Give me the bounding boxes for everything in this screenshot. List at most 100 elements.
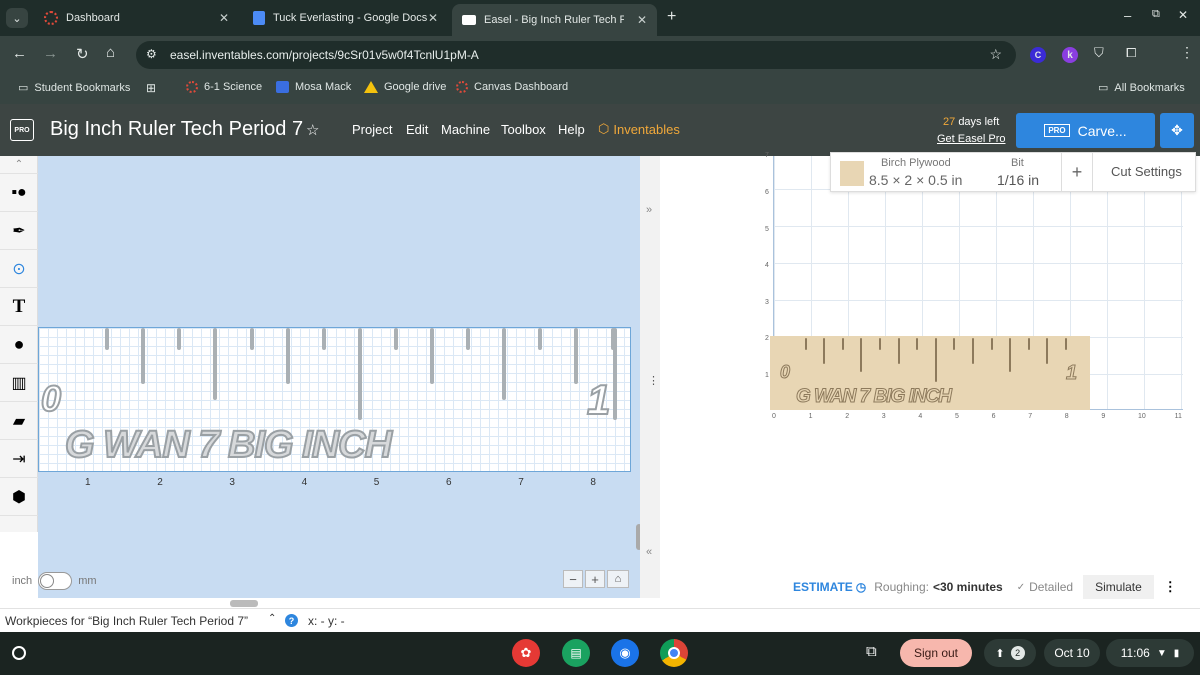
expand-right-icon[interactable]: » [646, 204, 652, 216]
tab-dashboard[interactable]: Dashboard ✕ [34, 4, 239, 32]
extensions-puzzle-icon[interactable]: ⧠ [1126, 45, 1136, 61]
extension-c-icon[interactable]: C [1030, 47, 1046, 63]
unit-toggle[interactable]: inch mm [12, 572, 97, 590]
3d-cube-icon[interactable]: ⬢ [0, 478, 38, 516]
menu-project[interactable]: Project [352, 122, 392, 137]
menu-edit[interactable]: Edit [406, 122, 428, 137]
chrome-app-icon[interactable] [660, 639, 688, 667]
apps-ruler-icon[interactable]: ▥ [0, 364, 38, 402]
simulate-button[interactable]: Simulate [1083, 575, 1154, 599]
browser-menu-icon[interactable]: ⋮ [1180, 44, 1194, 61]
import-icon[interactable]: ⇥ [0, 440, 38, 478]
apps-grid-icon[interactable]: ⊞ [146, 81, 156, 95]
collapse-tools-button[interactable]: ⌃ [0, 156, 38, 174]
date-pill[interactable]: Oct 10 [1044, 639, 1100, 667]
bookmark-science[interactable]: 6-1 Science [186, 81, 262, 93]
home-icon[interactable]: ⌂ [106, 44, 115, 61]
text-tool-icon[interactable]: T [0, 288, 38, 326]
notification-pill[interactable]: ⬆ 2 [984, 639, 1036, 667]
sign-out-button[interactable]: Sign out [900, 639, 972, 667]
preview-x-label: 0 [772, 413, 776, 420]
pen-tool-icon[interactable]: ✒ [0, 212, 38, 250]
canvas-favicon-icon [44, 11, 58, 25]
back-icon[interactable]: ← [12, 45, 27, 62]
menu-help[interactable]: Help [558, 122, 585, 137]
unit-switch[interactable] [38, 572, 73, 590]
bit-value[interactable]: 1/16 in [997, 172, 1039, 188]
tab-easel[interactable]: Easel - Big Inch Ruler Tech Peri... ✕ [452, 4, 657, 36]
inventables-link[interactable]: ⬡ Inventables [598, 121, 680, 137]
detailed-option[interactable]: ✓ Detailed [1017, 580, 1073, 594]
bookmark-google-drive[interactable]: Google drive [364, 81, 446, 93]
easel-logo[interactable]: PRO [10, 119, 34, 141]
close-window-icon[interactable]: ✕ [1178, 8, 1188, 22]
preview-one-label: 1 [1065, 362, 1078, 385]
estimate-link[interactable]: ESTIMATE ◷ [793, 580, 866, 594]
preview-x-label: 4 [918, 413, 923, 420]
expand-left-icon[interactable]: « [646, 546, 652, 558]
browser-tab-strip: ⌄ Dashboard ✕ Tuck Everlasting - Google … [0, 0, 1200, 36]
material-dimensions[interactable]: 8.5 × 2 × 0.5 in [869, 172, 962, 188]
material-swatch[interactable] [840, 161, 864, 186]
preview-tick [897, 338, 900, 364]
x-axis-label: 1 [85, 477, 91, 488]
tab-search-button[interactable]: ⌄ [6, 8, 28, 28]
drag-handle-icon[interactable]: ⋮ [648, 374, 659, 387]
close-icon[interactable]: ✕ [637, 13, 647, 27]
cut-settings-button[interactable]: Cut Settings [1111, 164, 1182, 179]
tote-icon[interactable]: ⧉ [866, 643, 877, 660]
more-options-icon[interactable]: ⋮ [1164, 579, 1177, 595]
preview-y-label: 2 [765, 335, 769, 343]
camera-app-icon[interactable]: ◉ [611, 639, 639, 667]
carve-button[interactable]: PRO Carve... [1016, 113, 1155, 148]
close-icon[interactable]: ✕ [219, 11, 229, 25]
favorite-star-icon[interactable]: ☆ [306, 121, 319, 139]
close-icon[interactable]: ✕ [428, 11, 438, 25]
wifi-icon: ▼ [1156, 647, 1167, 659]
forward-icon[interactable]: → [43, 45, 58, 62]
point-tool-icon[interactable]: ⊙ [0, 250, 38, 288]
get-pro-link[interactable]: Get Easel Pro [937, 133, 1005, 145]
easel-favicon-icon [462, 15, 476, 25]
zoom-in-button[interactable]: + [585, 570, 605, 588]
zoom-home-icon[interactable]: ⌂ [607, 570, 629, 588]
machine-connect-button[interactable]: ✥ [1160, 113, 1194, 148]
os-shelf: ✿ ▤ ◉ ⧉ Sign out ⬆ 2 Oct 10 11:06 ▼ ▮ [0, 632, 1200, 675]
bookmark-student[interactable]: ▭ Student Bookmarks [18, 81, 130, 95]
chevron-up-icon[interactable]: ⌃ [268, 613, 276, 624]
bookmark-canvas-dashboard[interactable]: Canvas Dashboard [456, 81, 568, 93]
classroom-app-icon[interactable]: ▤ [562, 639, 590, 667]
minimize-icon[interactable]: – [1124, 8, 1131, 23]
site-info-icon[interactable]: ⚙ [146, 47, 157, 61]
preview-x-label: 7 [1028, 413, 1033, 420]
add-bit-button[interactable]: + [1061, 153, 1093, 191]
material-name[interactable]: Birch Plywood [881, 157, 951, 169]
icon-library-apple-icon[interactable]: ● [0, 326, 38, 364]
bookmark-mosa-mack[interactable]: Mosa Mack [276, 81, 351, 93]
zoom-out-button[interactable]: − [563, 570, 583, 588]
pane-divider[interactable]: » ⋮ « [640, 156, 660, 598]
extension-k-icon[interactable]: k [1062, 47, 1078, 63]
tab-google-docs[interactable]: Tuck Everlasting - Google Docs ✕ [243, 4, 448, 32]
star-icon[interactable]: ☆ [989, 46, 1002, 63]
workpieces-label[interactable]: Workpieces for “Big Inch Ruler Tech Peri… [5, 614, 248, 628]
shield-icon[interactable]: ⛉ [1094, 45, 1104, 61]
project-title[interactable]: Big Inch Ruler Tech Period 7 [50, 118, 303, 141]
horizontal-scrollbar[interactable] [230, 600, 258, 607]
help-icon[interactable]: ? [285, 614, 298, 627]
restore-icon[interactable]: ⧉ [1152, 8, 1160, 21]
chevron-down-icon: ⌄ [12, 12, 22, 25]
menu-machine[interactable]: Machine [441, 122, 490, 137]
menu-toolbox[interactable]: Toolbox [501, 122, 546, 137]
url-bar[interactable]: ⚙ easel.inventables.com/projects/9cSr01v… [136, 41, 1016, 69]
reload-icon[interactable]: ↻ [76, 45, 89, 63]
blocks-icon[interactable]: ▰ [0, 402, 38, 440]
ruler-workpiece[interactable]: 0 1 G WAN 7 BIG INCH [38, 327, 631, 472]
palette-app-icon[interactable]: ✿ [512, 639, 540, 667]
all-bookmarks[interactable]: ▭ All Bookmarks [1098, 81, 1185, 95]
preview-x-label: 5 [955, 413, 959, 420]
new-tab-button[interactable]: + [667, 8, 676, 26]
launcher-button[interactable] [8, 642, 30, 664]
status-area[interactable]: 11:06 ▼ ▮ [1106, 639, 1194, 667]
shapes-tool-icon[interactable]: ▪● [0, 174, 38, 212]
